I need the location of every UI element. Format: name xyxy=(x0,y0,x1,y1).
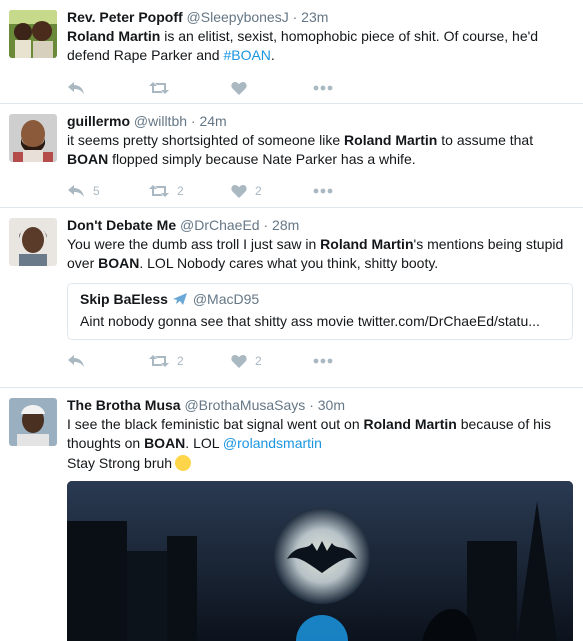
highlighted-keyword: Roland Martin xyxy=(363,416,457,432)
author-handle[interactable]: @DrChaeEd xyxy=(180,217,260,233)
tweet-actions: 2 2 xyxy=(67,343,573,379)
retweet-button[interactable]: 2 xyxy=(149,354,231,368)
highlighted-keyword: Roland Martin xyxy=(320,236,414,252)
tweet-text: You were the dumb ass troll I just saw i… xyxy=(67,235,573,273)
text-fragment: You were the dumb ass troll I just saw i… xyxy=(67,236,321,252)
author-handle[interactable]: @SleepybonesJ xyxy=(187,9,289,25)
retweet-icon xyxy=(149,185,169,197)
tweet-actions: 5 2 2 xyxy=(67,173,573,209)
like-button[interactable]: 2 xyxy=(231,184,313,198)
retweet-count: 2 xyxy=(177,184,184,198)
media-image[interactable] xyxy=(67,481,573,641)
tweet[interactable]: The Brotha Musa @BrothaMusaSays · 30m I … xyxy=(0,388,583,641)
avatar[interactable] xyxy=(9,114,57,162)
text-fragment: I see the black feministic bat signal we… xyxy=(67,416,364,432)
tweet-header: Don't Debate Me @DrChaeEd · 28m xyxy=(67,216,573,234)
like-count: 2 xyxy=(255,354,262,368)
heart-icon xyxy=(231,81,247,95)
tweet-text-line2: Stay Strong bruh xyxy=(67,454,573,473)
author-handle[interactable]: @willtbh xyxy=(134,113,187,129)
tweet-text: Roland Martin is an elitist, sexist, hom… xyxy=(67,27,573,65)
separator: · xyxy=(263,217,269,233)
raised-fist-emoji-icon xyxy=(175,455,192,471)
avatar[interactable] xyxy=(9,10,57,58)
text-fragment: to assume that xyxy=(437,132,534,148)
timestamp[interactable]: 23m xyxy=(301,9,328,25)
quoted-author-name[interactable]: Skip BaEless xyxy=(80,291,168,307)
reply-icon xyxy=(68,185,84,197)
reply-button[interactable] xyxy=(67,354,149,368)
like-button[interactable]: 2 xyxy=(231,354,313,368)
text-fragment: . LOL xyxy=(185,435,223,451)
author-name[interactable]: Rev. Peter Popoff xyxy=(67,9,183,25)
airplane-icon xyxy=(173,293,188,305)
more-icon xyxy=(313,188,333,194)
reply-button[interactable]: 5 xyxy=(67,184,149,198)
like-button[interactable] xyxy=(231,81,313,95)
more-button[interactable] xyxy=(313,358,395,364)
author-name[interactable]: Don't Debate Me xyxy=(67,217,176,233)
author-name[interactable]: The Brotha Musa xyxy=(67,397,181,413)
text-fragment: flopped simply because Nate Parker has a… xyxy=(108,151,416,167)
text-fragment: . LOL Nobody cares what you think, shitt… xyxy=(139,255,439,271)
separator: · xyxy=(309,397,314,413)
highlighted-keyword: BOAN xyxy=(144,435,186,451)
retweet-icon xyxy=(149,355,169,367)
tweet[interactable]: Rev. Peter Popoff @SleepybonesJ · 23m Ro… xyxy=(0,0,583,104)
more-icon xyxy=(313,85,333,91)
tweet-header: The Brotha Musa @BrothaMusaSays · 30m xyxy=(67,396,573,414)
reply-button[interactable] xyxy=(67,81,149,95)
separator: · xyxy=(292,9,298,25)
tweet[interactable]: guillermo @willtbh · 24m it seems pretty… xyxy=(0,104,583,208)
author-handle[interactable]: @BrothaMusaSays xyxy=(184,397,305,413)
highlighted-keyword: Roland Martin xyxy=(344,132,438,148)
tweet-text-line2-content: Stay Strong bruh xyxy=(67,455,173,471)
reply-icon xyxy=(68,355,84,367)
tweet-header: guillermo @willtbh · 24m xyxy=(67,112,573,130)
quoted-tweet[interactable]: Skip BaEless @MacD95 Aint nobody gonna s… xyxy=(67,283,573,340)
avatar[interactable] xyxy=(9,218,57,266)
timestamp[interactable]: 28m xyxy=(272,217,299,233)
quoted-author-handle[interactable]: @MacD95 xyxy=(193,291,259,307)
heart-icon xyxy=(231,184,247,198)
retweet-icon xyxy=(149,82,169,94)
highlighted-keyword: BOAN xyxy=(67,151,109,167)
tweet-header: Rev. Peter Popoff @SleepybonesJ · 23m xyxy=(67,8,573,26)
more-button[interactable] xyxy=(313,85,395,91)
text-fragment: . xyxy=(270,47,275,63)
retweet-count: 2 xyxy=(177,354,184,368)
hashtag-link[interactable]: #BOAN xyxy=(223,47,270,63)
retweet-button[interactable] xyxy=(149,81,231,95)
tweet-actions xyxy=(67,70,573,106)
author-name[interactable]: guillermo xyxy=(67,113,130,129)
heart-icon xyxy=(231,354,247,368)
tweet-text: I see the black feministic bat signal we… xyxy=(67,415,573,453)
timestamp[interactable]: 30m xyxy=(318,397,345,413)
tweet[interactable]: Don't Debate Me @DrChaeEd · 28m You were… xyxy=(0,208,583,388)
more-button[interactable] xyxy=(313,188,395,194)
highlighted-keyword: BOAN xyxy=(98,255,140,271)
reply-count: 5 xyxy=(93,184,100,198)
retweet-button[interactable]: 2 xyxy=(149,184,231,198)
hashtag-link[interactable]: @rolandsmartin xyxy=(223,435,322,451)
separator: · xyxy=(190,113,196,129)
more-icon xyxy=(313,358,333,364)
tweet-text: it seems pretty shortsighted of someone … xyxy=(67,131,573,169)
text-fragment: it seems pretty shortsighted of someone … xyxy=(67,132,345,148)
avatar[interactable] xyxy=(9,398,57,446)
highlighted-keyword: Roland Martin xyxy=(67,28,161,44)
like-count: 2 xyxy=(255,184,262,198)
timestamp[interactable]: 24m xyxy=(199,113,226,129)
quoted-tweet-text: Aint nobody gonna see that shitty ass mo… xyxy=(80,313,540,329)
reply-icon xyxy=(68,82,84,94)
